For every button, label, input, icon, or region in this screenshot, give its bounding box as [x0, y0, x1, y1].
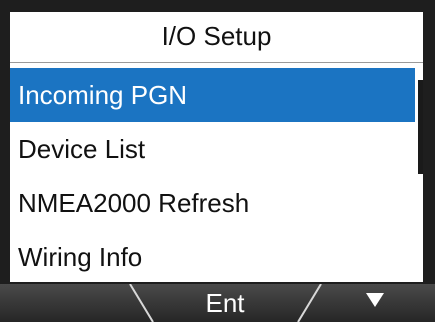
softkey-left[interactable]: [0, 284, 140, 322]
menu-item-label: Incoming PGN: [18, 80, 188, 110]
menu-screen: I/O Setup Incoming PGN Device List NMEA2…: [10, 12, 423, 282]
device-display: I/O Setup Incoming PGN Device List NMEA2…: [0, 0, 435, 322]
menu-item-label: Wiring Info: [18, 242, 143, 272]
softkey-bar: Ent: [0, 284, 435, 322]
menu-item-label: Device List: [18, 134, 146, 164]
menu-item-label: NMEA2000 Refresh: [18, 188, 250, 218]
softkey-ent-button[interactable]: Ent: [150, 284, 300, 322]
screen-title: I/O Setup: [161, 21, 272, 51]
menu-item-incoming-pgn[interactable]: Incoming PGN: [10, 68, 415, 122]
softkey-down-button[interactable]: [310, 284, 435, 322]
title-divider: [10, 62, 423, 63]
menu-item-nmea2000-refresh[interactable]: NMEA2000 Refresh: [10, 176, 415, 230]
scrollbar-thumb[interactable]: [418, 80, 423, 174]
scrollbar[interactable]: [418, 68, 423, 282]
menu-item-device-list[interactable]: Device List: [10, 122, 415, 176]
menu-item-wiring-info[interactable]: Wiring Info: [10, 230, 415, 282]
